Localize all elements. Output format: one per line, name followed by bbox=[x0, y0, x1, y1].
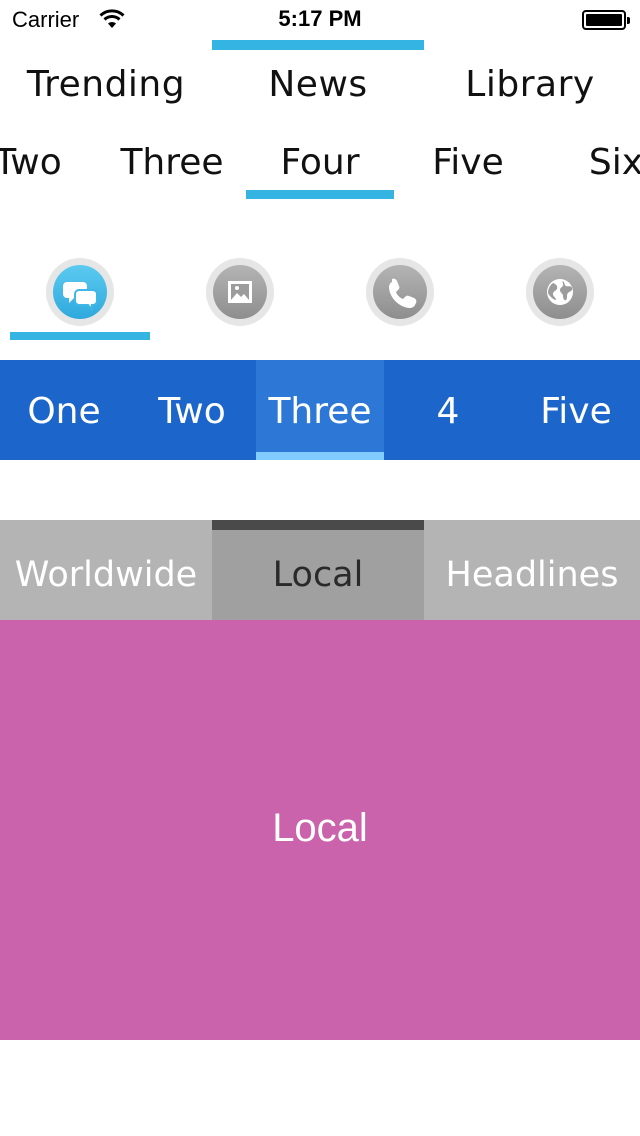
screen: Carrier 5:17 PM Trending News Library Tw… bbox=[0, 0, 640, 1136]
tab-library[interactable]: Library bbox=[424, 64, 636, 105]
gray-tab-bar: Worldwide Local Headlines bbox=[0, 520, 640, 620]
scroll-tab-bar[interactable]: Two Three Four Five Six bbox=[0, 130, 640, 210]
tab-trending[interactable]: Trending bbox=[0, 64, 212, 105]
content-label: Local bbox=[272, 806, 368, 850]
tab-two[interactable]: Two bbox=[0, 142, 102, 183]
chat-bubbles-icon[interactable] bbox=[46, 258, 114, 326]
battery-icon bbox=[582, 10, 630, 30]
tab-four[interactable]: Four bbox=[246, 142, 394, 183]
phone-icon[interactable] bbox=[366, 258, 434, 326]
blue-tab-four[interactable]: 4 bbox=[384, 360, 512, 460]
blue-tab-two[interactable]: Two bbox=[128, 360, 256, 460]
status-bar: Carrier 5:17 PM bbox=[0, 0, 640, 40]
tab-worldwide[interactable]: Worldwide bbox=[0, 520, 212, 620]
tab-five[interactable]: Five bbox=[394, 142, 542, 183]
scroll-tab-indicator bbox=[246, 190, 394, 199]
content-panel: Local bbox=[0, 620, 640, 1040]
blue-tab-three[interactable]: Three bbox=[256, 360, 384, 460]
top-tab-bar: Trending News Library bbox=[0, 40, 640, 120]
tab-news[interactable]: News bbox=[212, 64, 424, 105]
picture-icon[interactable] bbox=[206, 258, 274, 326]
tab-six[interactable]: Six bbox=[542, 142, 640, 183]
tab-headlines[interactable]: Headlines bbox=[424, 520, 640, 620]
icon-tab-indicator bbox=[10, 332, 150, 340]
blue-tab-one[interactable]: One bbox=[0, 360, 128, 460]
tab-three[interactable]: Three bbox=[98, 142, 246, 183]
tab-local[interactable]: Local bbox=[212, 520, 424, 620]
globe-icon[interactable] bbox=[526, 258, 594, 326]
icon-tab-bar bbox=[0, 250, 640, 342]
blue-tab-bar: One Two Three 4 Five bbox=[0, 360, 640, 460]
status-time: 5:17 PM bbox=[278, 6, 362, 31]
blue-tab-five[interactable]: Five bbox=[512, 360, 640, 460]
top-tab-indicator bbox=[212, 40, 424, 50]
